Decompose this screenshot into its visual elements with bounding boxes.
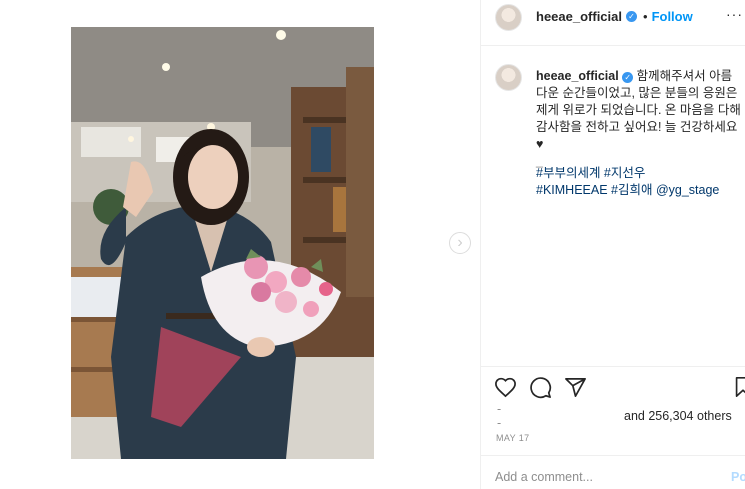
post-header: heeae_official ✓ • Follow ··· bbox=[481, 0, 745, 46]
heart-icon[interactable] bbox=[494, 376, 517, 399]
post-date[interactable]: MAY 17 bbox=[496, 433, 530, 443]
caption-avatar[interactable] bbox=[495, 64, 522, 91]
avatar[interactable] bbox=[495, 4, 522, 31]
liker-placeholder-2: - bbox=[497, 416, 502, 430]
heart-emoji-icon: ♥ bbox=[536, 137, 544, 151]
woman-with-bouquet-image bbox=[71, 27, 374, 459]
verified-badge-icon: ✓ bbox=[626, 11, 637, 22]
liker-placeholder-1: - bbox=[497, 402, 502, 416]
verified-badge-icon: ✓ bbox=[622, 72, 634, 83]
header-user-row: heeae_official ✓ • Follow bbox=[536, 9, 693, 24]
carousel-next-button[interactable]: › bbox=[449, 232, 471, 254]
actions-divider bbox=[481, 366, 745, 367]
separator-dot: • bbox=[643, 9, 648, 24]
comment-icon[interactable] bbox=[529, 376, 552, 399]
caption-dash: _ bbox=[536, 154, 543, 168]
post-media-pane: › bbox=[0, 0, 480, 489]
bookmark-icon[interactable] bbox=[733, 376, 745, 398]
share-icon[interactable] bbox=[564, 376, 587, 399]
action-bar bbox=[494, 376, 587, 399]
likes-row: - - bbox=[497, 402, 501, 430]
caption-text-block: heeae_official ✓ 함께해주셔서 아름다운 순간들이었고, 많은 … bbox=[536, 68, 741, 199]
caption-username[interactable]: heeae_official bbox=[536, 69, 619, 83]
header-username[interactable]: heeae_official bbox=[536, 9, 622, 24]
comment-divider bbox=[481, 455, 745, 456]
more-options-icon[interactable]: ··· bbox=[726, 6, 743, 22]
hashtag-line-2[interactable]: #KIMHEEAE #김희애 @yg_stage bbox=[536, 182, 741, 199]
post-photo[interactable] bbox=[71, 27, 374, 459]
chevron-right-icon: › bbox=[457, 234, 463, 251]
post-details-pane: heeae_official ✓ • Follow ··· heeae_offi… bbox=[481, 0, 745, 489]
likes-count[interactable]: and 256,304 others bbox=[624, 409, 732, 423]
post-comment-button[interactable]: Po bbox=[731, 470, 745, 484]
follow-button[interactable]: Follow bbox=[652, 9, 693, 24]
hashtag-line-1[interactable]: #부부의세계 #지선우 bbox=[536, 165, 741, 182]
comment-input[interactable]: Add a comment... bbox=[495, 470, 593, 484]
